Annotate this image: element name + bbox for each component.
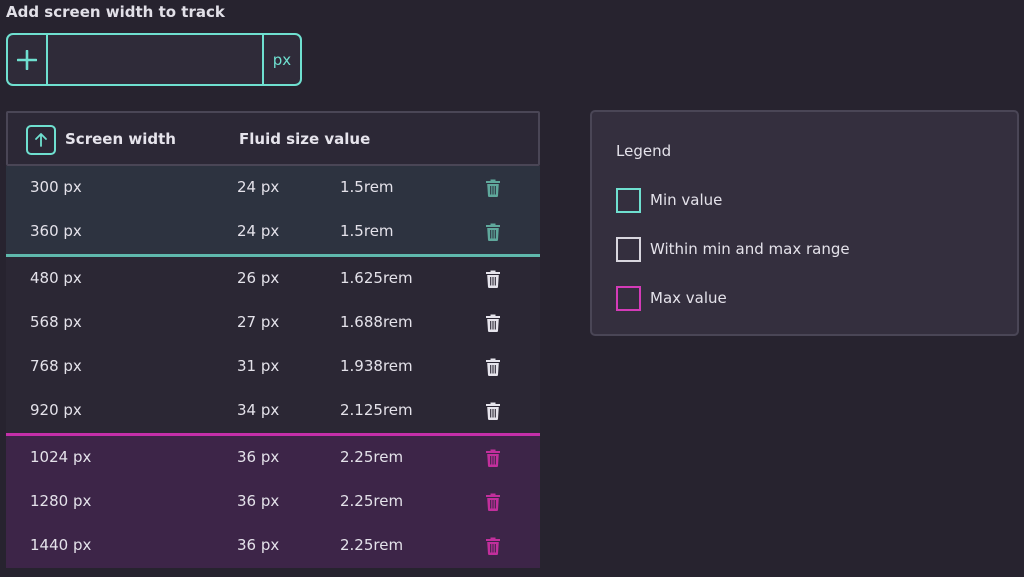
width-cell: 300 px: [30, 178, 82, 196]
legend-panel: Legend Min value Within min and max rang…: [590, 110, 1019, 336]
legend-label: Min value: [650, 191, 723, 209]
table-row: 768 px 31 px 1.938rem: [6, 345, 540, 389]
px-cell: 36 px: [237, 448, 280, 466]
rem-cell: 2.125rem: [340, 401, 413, 419]
table-row: 300 px 24 px 1.5rem: [6, 166, 540, 210]
trash-icon[interactable]: [485, 223, 501, 241]
trash-icon[interactable]: [485, 179, 501, 197]
px-cell: 24 px: [237, 222, 280, 240]
sort-button[interactable]: [26, 125, 56, 155]
rem-cell: 1.688rem: [340, 313, 413, 331]
width-cell: 480 px: [30, 269, 82, 287]
width-cell: 1280 px: [30, 492, 92, 510]
screen-width-input[interactable]: [47, 35, 262, 84]
trash-icon[interactable]: [485, 402, 501, 420]
trash-icon[interactable]: [485, 493, 501, 511]
range-swatch: [616, 236, 641, 262]
legend-label: Within min and max range: [650, 240, 850, 258]
px-cell: 34 px: [237, 401, 280, 419]
table-row: 1440 px 36 px 2.25rem: [6, 524, 540, 568]
max-swatch: [616, 285, 641, 311]
rem-cell: 1.625rem: [340, 269, 413, 287]
table-row: 360 px 24 px 1.5rem: [6, 210, 540, 254]
add-width-label: Add screen width to track: [6, 3, 225, 21]
table-row: 920 px 34 px 2.125rem: [6, 389, 540, 433]
trash-icon[interactable]: [485, 537, 501, 555]
table-row: 480 px 26 px 1.625rem: [6, 257, 540, 301]
table-row: 1024 px 36 px 2.25rem: [6, 436, 540, 480]
add-width-button[interactable]: [8, 35, 48, 84]
px-cell: 26 px: [237, 269, 280, 287]
rem-cell: 2.25rem: [340, 492, 404, 510]
legend-title: Legend: [616, 142, 672, 160]
width-cell: 1440 px: [30, 536, 92, 554]
add-width-input-group: px: [6, 33, 302, 86]
px-cell: 27 px: [237, 313, 280, 331]
px-cell: 36 px: [237, 536, 280, 554]
legend-item-max: Max value: [616, 285, 727, 311]
width-cell: 1024 px: [30, 448, 92, 466]
min-swatch: [616, 187, 641, 213]
legend-label: Max value: [650, 289, 727, 307]
rem-cell: 1.5rem: [340, 178, 394, 196]
px-cell: 31 px: [237, 357, 280, 375]
legend-item-min: Min value: [616, 187, 722, 213]
trash-icon[interactable]: [485, 314, 501, 332]
px-cell: 24 px: [237, 178, 280, 196]
table-row: 568 px 27 px 1.688rem: [6, 301, 540, 345]
plus-icon: [16, 49, 37, 70]
table-header: Screen width Fluid size value: [6, 111, 540, 166]
header-fluid-size: Fluid size value: [239, 130, 371, 148]
trash-icon[interactable]: [485, 270, 501, 288]
trash-icon[interactable]: [485, 358, 501, 376]
table-row: 1280 px 36 px 2.25rem: [6, 480, 540, 524]
rem-cell: 1.5rem: [340, 222, 394, 240]
arrow-up-icon: [35, 133, 47, 147]
trash-icon[interactable]: [485, 449, 501, 467]
rem-cell: 2.25rem: [340, 448, 404, 466]
width-cell: 768 px: [30, 357, 82, 375]
rem-cell: 2.25rem: [340, 536, 404, 554]
width-table: Screen width Fluid size value 300 px 24 …: [6, 111, 540, 570]
width-cell: 920 px: [30, 401, 82, 419]
width-cell: 360 px: [30, 222, 82, 240]
width-cell: 568 px: [30, 313, 82, 331]
rem-cell: 1.938rem: [340, 357, 413, 375]
header-screen-width[interactable]: Screen width: [65, 130, 176, 148]
unit-suffix: px: [261, 35, 300, 84]
legend-item-range: Within min and max range: [616, 236, 850, 262]
px-cell: 36 px: [237, 492, 280, 510]
